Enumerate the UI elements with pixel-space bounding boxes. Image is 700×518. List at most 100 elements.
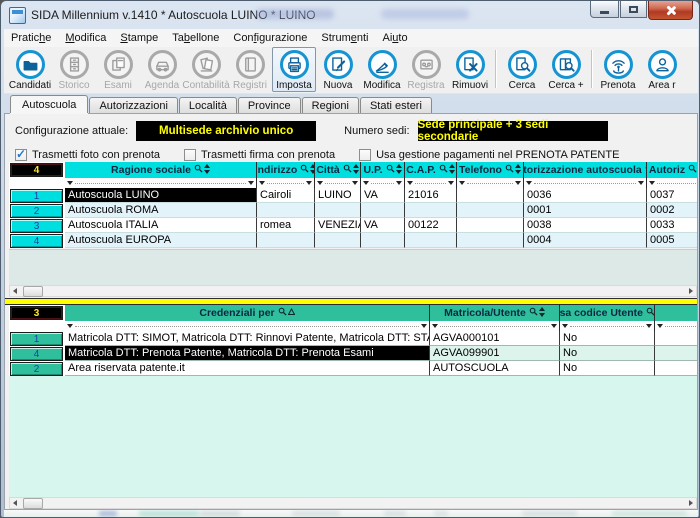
filter-dropdown-icon[interactable] <box>526 181 532 185</box>
filter-dropdown-icon[interactable] <box>248 181 254 185</box>
table-cell[interactable]: 0037 <box>647 188 697 203</box>
table-cell[interactable]: AGVA099901 <box>430 346 560 361</box>
filter-cell[interactable] <box>65 178 257 188</box>
filter-cell[interactable] <box>457 178 524 188</box>
toolbar-nuova-button[interactable]: Nuova <box>316 47 360 91</box>
table-cell[interactable]: Matricola DTT: SIMOT, Matricola DTT: Rin… <box>65 331 430 346</box>
table-cell[interactable]: Autoscuola LUINO <box>65 188 257 203</box>
table-cell[interactable]: AGVA000101 <box>430 331 560 346</box>
tab-regioni[interactable]: Regioni <box>302 97 359 113</box>
scrollbar-thumb[interactable] <box>23 498 43 509</box>
toolbar-modifica-button[interactable]: Modifica <box>360 47 404 91</box>
column-header-Credenziali per[interactable]: Credenziali per <box>65 305 430 321</box>
table-cell[interactable]: Autoscuola EUROPA <box>65 233 257 248</box>
checkbox-icon[interactable] <box>184 149 196 161</box>
menu-configurazione[interactable]: Configurazione <box>226 31 314 45</box>
filter-cell[interactable] <box>560 321 655 331</box>
table-cell[interactable]: 21016 <box>405 188 457 203</box>
minimize-button[interactable] <box>590 1 619 18</box>
filter-dropdown-icon[interactable] <box>657 324 663 328</box>
table-row[interactable]: 2Area riservata patente.itAUTOSCUOLANo <box>9 361 697 376</box>
checkbox-trasmetti-firma-con[interactable]: Trasmetti firma con prenota <box>184 149 335 161</box>
scroll-right-icon[interactable] <box>686 500 696 506</box>
column-header-C.A.P.[interactable]: C.A.P. <box>405 162 457 178</box>
sedi-table-horizontal-scrollbar[interactable] <box>9 285 697 297</box>
table-cell[interactable]: 0038 <box>524 218 647 233</box>
column-header-Indirizzo[interactable]: Indirizzo <box>257 162 315 178</box>
filter-dropdown-icon[interactable] <box>432 324 438 328</box>
tab-stati-esteri[interactable]: Stati esteri <box>360 97 432 113</box>
tab-autorizzazioni[interactable]: Autorizzazioni <box>89 97 177 113</box>
filter-cell[interactable] <box>524 178 647 188</box>
tab-località[interactable]: Località <box>179 97 237 113</box>
filter-dropdown-icon[interactable] <box>515 181 521 185</box>
search-icon[interactable] <box>439 164 448 176</box>
row-number[interactable]: 1 <box>10 189 63 203</box>
toolbar-candidati-button[interactable]: Candidati <box>8 47 52 91</box>
sort-icon[interactable] <box>288 307 295 319</box>
table-cell[interactable]: VA <box>361 218 405 233</box>
search-icon[interactable] <box>688 164 697 176</box>
filter-dropdown-icon[interactable] <box>421 324 427 328</box>
tab-autoscuola[interactable]: Autoscuola <box>10 95 88 113</box>
menu-modifica[interactable]: Modifica <box>58 31 113 45</box>
table-cell[interactable] <box>655 331 697 346</box>
menu-aiuto[interactable]: Aiuto <box>375 31 414 45</box>
filter-dropdown-icon[interactable] <box>649 181 655 185</box>
sort-icon[interactable] <box>539 307 545 320</box>
table-cell[interactable] <box>457 233 524 248</box>
table-cell[interactable] <box>257 233 315 248</box>
sort-icon[interactable] <box>396 164 402 177</box>
row-number[interactable]: 2 <box>10 204 63 218</box>
table-cell[interactable]: 0033 <box>647 218 697 233</box>
table-row[interactable]: 1Autoscuola LUINOCairoliLUINOVA210160036… <box>9 188 697 203</box>
column-header-Città[interactable]: Città <box>315 162 361 178</box>
filter-dropdown-icon[interactable] <box>67 181 73 185</box>
scrollbar-thumb[interactable] <box>23 286 43 297</box>
toolbar-prenota-button[interactable]: Prenota <box>596 47 640 91</box>
sort-icon[interactable] <box>449 164 455 177</box>
table-row[interactable]: 3Autoscuola ITALIAromeaVENEZIAVA00122003… <box>9 218 697 233</box>
row-number[interactable]: 4 <box>10 347 63 361</box>
table-cell[interactable]: romea <box>257 218 315 233</box>
table-cell[interactable]: VENEZIA <box>315 218 361 233</box>
checkbox-icon[interactable] <box>359 149 371 161</box>
filter-dropdown-icon[interactable] <box>562 324 568 328</box>
table-cell[interactable]: 00122 <box>405 218 457 233</box>
table-row[interactable]: 2Autoscuola ROMA00010002 <box>9 203 697 218</box>
checkbox-icon[interactable] <box>15 149 27 161</box>
filter-dropdown-icon[interactable] <box>551 324 557 328</box>
checkbox-trasmetti-foto-con[interactable]: Trasmetti foto con prenota <box>15 149 160 161</box>
toolbar-cerca-button[interactable]: Cerca <box>500 47 544 91</box>
toolbar-area-riservata-button[interactable]: Area r <box>640 47 684 91</box>
table-cell[interactable] <box>361 233 405 248</box>
table-cell[interactable] <box>655 361 697 376</box>
table-cell[interactable]: 0001 <box>524 203 647 218</box>
table-cell[interactable] <box>405 233 457 248</box>
table-cell[interactable]: VA <box>361 188 405 203</box>
table-cell[interactable] <box>457 218 524 233</box>
table-cell[interactable]: LUINO <box>315 188 361 203</box>
sort-icon[interactable] <box>353 164 359 177</box>
filter-cell[interactable] <box>430 321 560 331</box>
table-cell[interactable] <box>405 203 457 218</box>
table-cell[interactable]: 0005 <box>647 233 697 248</box>
credenziali-table-horizontal-scrollbar[interactable] <box>9 497 697 509</box>
menu-tabellone[interactable]: Tabellone <box>165 31 226 45</box>
column-header-Matricola/Utente[interactable]: Matricola/Utente <box>430 305 560 321</box>
table-cell[interactable] <box>315 203 361 218</box>
table-cell[interactable]: No <box>560 361 655 376</box>
filter-dropdown-icon[interactable] <box>352 181 358 185</box>
table-cell[interactable]: AUTOSCUOLA <box>430 361 560 376</box>
filter-cell[interactable] <box>65 321 430 331</box>
column-header-Autorizzazione autoscuola[interactable]: Autorizzazione autoscuola <box>524 162 647 178</box>
filter-dropdown-icon[interactable] <box>363 181 369 185</box>
table-cell[interactable]: 0036 <box>524 188 647 203</box>
filter-dropdown-icon[interactable] <box>459 181 465 185</box>
scroll-right-icon[interactable] <box>686 288 696 294</box>
table-cell[interactable] <box>257 203 315 218</box>
table-cell[interactable] <box>457 203 524 218</box>
scroll-left-icon[interactable] <box>10 288 21 294</box>
table-cell[interactable]: Area riservata patente.it <box>65 361 430 376</box>
table-cell[interactable]: Autoscuola ROMA <box>65 203 257 218</box>
